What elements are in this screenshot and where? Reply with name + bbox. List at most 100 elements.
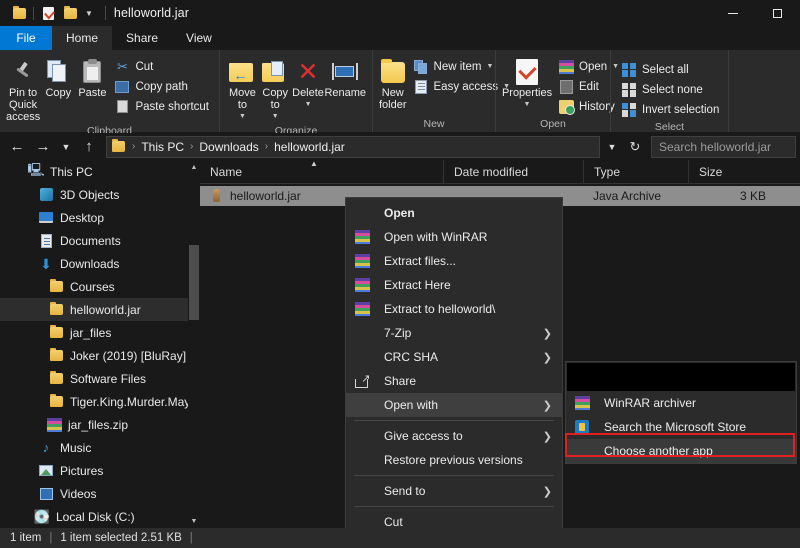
submenu-item-search-microsoft-store[interactable]: Search the Microsoft Store <box>566 415 796 439</box>
status-item-count: 1 item <box>10 532 41 544</box>
column-header-size[interactable]: Size <box>688 160 778 184</box>
sidebar-item-this-pc[interactable]: 🖳 This PC <box>0 160 200 183</box>
context-menu-item-extract-files[interactable]: Extract files... <box>346 249 562 273</box>
submenu-item-winrar-archiver[interactable]: WinRAR archiver <box>566 391 796 415</box>
breadcrumb-item-downloads[interactable]: Downloads <box>196 140 261 154</box>
music-icon: ♪ <box>38 440 54 456</box>
select-all-icon <box>621 62 637 78</box>
invert-selection-icon <box>621 102 637 118</box>
sidebar-item-3d-objects[interactable]: 3D Objects <box>0 183 200 206</box>
paste-shortcut-button[interactable]: Paste shortcut <box>110 97 213 116</box>
copy-button[interactable]: Copy <box>42 54 74 99</box>
submenu-item-label: Choose another app <box>592 444 713 458</box>
new-folder-button[interactable]: New folder <box>379 54 407 111</box>
context-menu-item-crc-sha[interactable]: CRC SHA ❯ <box>346 345 562 369</box>
documents-icon <box>38 233 54 249</box>
submenu-item-choose-another-app[interactable]: Choose another app <box>566 439 796 463</box>
search-placeholder: Search helloworld.jar <box>659 140 771 154</box>
chevron-up-icon[interactable]: ▲ <box>188 160 200 174</box>
sidebar-item-label: helloworld.jar <box>70 303 141 317</box>
open-with-submenu: WinRAR archiver Search the Microsoft Sto… <box>565 361 797 464</box>
invert-selection-button[interactable]: Invert selection <box>617 100 723 119</box>
pin-to-quick-access-button[interactable]: Pin to Quick access <box>6 54 40 123</box>
chevron-down-icon[interactable]: ▼ <box>188 514 200 528</box>
column-header-type[interactable]: Type <box>583 160 688 184</box>
folder-icon[interactable] <box>8 0 30 26</box>
context-menu-item-share[interactable]: Share <box>346 369 562 393</box>
breadcrumb-item-helloworld[interactable]: helloworld.jar <box>271 140 348 154</box>
breadcrumb-item-this-pc[interactable]: This PC <box>138 140 187 154</box>
context-menu-item-send-to[interactable]: Send to ❯ <box>346 479 562 503</box>
scrollbar-thumb[interactable] <box>189 245 199 320</box>
properties-button[interactable]: Properties▼ <box>502 54 552 111</box>
tab-home[interactable]: Home <box>52 26 112 50</box>
history-icon <box>558 99 574 115</box>
sidebar-item-software-files[interactable]: Software Files <box>0 367 200 390</box>
select-none-icon <box>621 82 637 98</box>
divider <box>354 475 554 476</box>
tab-share[interactable]: Share <box>112 26 172 50</box>
sidebar-scrollbar[interactable]: ▲ ▼ <box>188 160 200 528</box>
ribbon-group-open: Properties▼ Open▼ Edit History <box>495 50 610 132</box>
pin-icon <box>14 57 32 87</box>
breadcrumb[interactable]: › This PC › Downloads › helloworld.jar <box>106 136 600 158</box>
maximize-button[interactable] <box>755 0 800 26</box>
up-button[interactable]: ↑ <box>76 135 102 159</box>
chevron-down-icon[interactable]: ▼ <box>602 135 622 159</box>
paste-button[interactable]: Paste <box>76 54 108 99</box>
column-header-name[interactable]: Name <box>200 160 443 184</box>
sidebar-item-label: Joker (2019) [BluRay] [108 <box>70 349 200 363</box>
context-menu-item-extract-to-folder[interactable]: Extract to helloworld\ <box>346 297 562 321</box>
folder-icon[interactable] <box>59 0 81 26</box>
new-item-icon <box>413 59 429 75</box>
move-to-button[interactable]: ← Move to ▼ <box>226 54 259 123</box>
context-menu-item-open-with[interactable]: Open with ❯ <box>346 393 562 417</box>
sidebar-item-downloads[interactable]: ⬇ Downloads <box>0 252 200 275</box>
context-menu-item-extract-here[interactable]: Extract Here <box>346 273 562 297</box>
tab-view[interactable]: View <box>172 26 226 50</box>
sidebar-item-helloworld-jar[interactable]: helloworld.jar <box>0 298 200 321</box>
sidebar-item-music[interactable]: ♪ Music <box>0 436 200 459</box>
videos-icon <box>38 486 54 502</box>
sidebar-item-joker[interactable]: Joker (2019) [BluRay] [108 <box>0 344 200 367</box>
properties-icon[interactable] <box>37 0 59 26</box>
sidebar-item-jar-files[interactable]: jar_files <box>0 321 200 344</box>
forward-button[interactable]: → <box>30 135 56 159</box>
rename-button[interactable]: Rename <box>324 54 366 99</box>
sidebar-item-courses[interactable]: Courses <box>0 275 200 298</box>
context-menu-item-restore-previous-versions[interactable]: Restore previous versions <box>346 448 562 472</box>
copy-path-button[interactable]: Copy path <box>110 77 213 96</box>
ribbon: Pin to Quick access Copy Paste ✂ Cut <box>0 50 800 132</box>
tab-file[interactable]: File <box>0 26 52 50</box>
context-menu-item-label: Send to <box>372 484 425 498</box>
copy-to-button[interactable]: Copy to ▼ <box>259 54 292 123</box>
divider <box>33 7 34 20</box>
cut-button[interactable]: ✂ Cut <box>110 57 213 76</box>
ribbon-button-label: Pin to Quick access <box>6 87 40 123</box>
sidebar-item-local-disk-c[interactable]: 💽 Local Disk (C:) <box>0 505 200 528</box>
sidebar-item-desktop[interactable]: Desktop <box>0 206 200 229</box>
sidebar-item-pictures[interactable]: Pictures <box>0 459 200 482</box>
ribbon-group-select: Select all Select none Invert selection … <box>610 50 728 132</box>
folder-icon <box>48 279 64 295</box>
sidebar-item-jar-files-zip[interactable]: jar_files.zip <box>0 413 200 436</box>
delete-button[interactable]: ✕ Delete▼ <box>292 54 325 111</box>
search-input[interactable]: Search helloworld.jar <box>651 136 796 158</box>
column-header-date-modified[interactable]: Date modified <box>443 160 583 184</box>
sidebar-item-tiger-king[interactable]: Tiger.King.Murder.Mayhem <box>0 390 200 413</box>
context-menu-item-open-with-winrar[interactable]: Open with WinRAR <box>346 225 562 249</box>
chevron-down-icon[interactable]: ▼ <box>81 9 97 18</box>
context-menu-item-give-access-to[interactable]: Give access to ❯ <box>346 424 562 448</box>
sidebar-item-videos[interactable]: Videos <box>0 482 200 505</box>
recent-locations-button[interactable]: ▼ <box>56 135 76 159</box>
back-button[interactable]: ← <box>4 135 30 159</box>
chevron-right-icon: ❯ <box>543 399 552 412</box>
sidebar-item-documents[interactable]: Documents <box>0 229 200 252</box>
minimize-button[interactable] <box>710 0 755 26</box>
select-none-button[interactable]: Select none <box>617 80 723 99</box>
ribbon-button-label: Select none <box>642 84 703 96</box>
context-menu-item-open[interactable]: Open <box>346 201 562 225</box>
select-all-button[interactable]: Select all <box>617 60 723 79</box>
refresh-icon[interactable]: ↻ <box>622 135 648 159</box>
context-menu-item-7-zip[interactable]: 7-Zip ❯ <box>346 321 562 345</box>
